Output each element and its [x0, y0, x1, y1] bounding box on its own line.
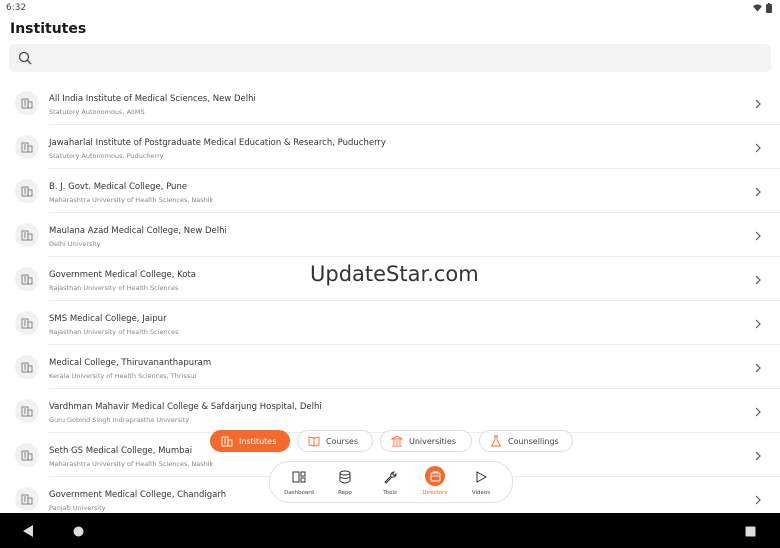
chevron-right-icon — [754, 96, 762, 114]
list-item[interactable]: Maulana Azad Medical College, New Delhi … — [0, 213, 780, 257]
building-icon — [221, 435, 233, 447]
institute-name: Maulana Azad Medical College, New Delhi — [49, 226, 227, 236]
battery-icon — [766, 3, 772, 13]
nav-repo[interactable]: Repo — [325, 468, 365, 496]
chevron-right-icon — [754, 228, 762, 246]
chevron-right-icon — [754, 272, 762, 290]
institute-building-icon — [15, 399, 39, 423]
institute-building-icon — [15, 311, 39, 335]
nav-dashboard[interactable]: Dashboard — [279, 468, 319, 496]
search-input[interactable] — [39, 48, 763, 70]
nav-label: Dashboard — [284, 490, 314, 496]
page-title: Institutes — [10, 21, 87, 37]
chevron-right-icon — [754, 316, 762, 334]
institute-building-icon — [15, 487, 39, 511]
list-item[interactable]: All India Institute of Medical Sciences,… — [0, 81, 780, 125]
institute-affiliation: Delhi University — [49, 240, 101, 248]
nav-label: Repo — [338, 490, 352, 496]
wrench-icon — [383, 471, 397, 484]
nav-tools[interactable]: Tools — [370, 468, 410, 496]
chip-courses[interactable]: Courses — [297, 430, 373, 452]
institute-affiliation: Rajasthan University of Health Sciences — [49, 328, 179, 336]
institute-affiliation: Maharashtra University of Health Science… — [49, 460, 214, 468]
status-bar: 6:32 — [0, 0, 780, 16]
book-icon — [308, 435, 320, 447]
institute-building-icon — [15, 443, 39, 467]
institute-name: Government Medical College, Kota — [49, 270, 196, 280]
institute-affiliation: Guru Gobind Singh Indraprastha Universit… — [49, 416, 190, 424]
institute-affiliation: Statutory Autonomous, AIIMS — [49, 108, 145, 116]
institute-name: All India Institute of Medical Sciences,… — [49, 94, 256, 104]
flask-icon — [490, 435, 502, 447]
watermark-text: UpdateStar.com — [310, 262, 479, 286]
institute-building-icon — [15, 267, 39, 291]
chip-label: Courses — [326, 436, 359, 446]
database-icon — [339, 470, 351, 484]
university-icon — [391, 435, 403, 447]
institute-building-icon — [15, 223, 39, 247]
nav-label: Directory — [422, 490, 448, 496]
chip-label: Universities — [409, 436, 456, 446]
institute-affiliation: Rajasthan University of Health Sciences — [49, 284, 179, 292]
chip-label: Counsellings — [508, 436, 559, 446]
wifi-icon — [753, 4, 762, 12]
search-icon — [18, 51, 32, 70]
chevron-right-icon — [754, 404, 762, 422]
institute-building-icon — [15, 91, 39, 115]
institute-name: Medical College, Thiruvananthapuram — [49, 358, 212, 368]
list-item[interactable]: Medical College, Thiruvananthapuram Kera… — [0, 345, 780, 389]
chip-label: Institutes — [239, 436, 277, 446]
institute-name: Government Medical College, Chandigarh — [49, 490, 227, 500]
institute-name: Seth GS Medical College, Mumbai — [49, 446, 193, 456]
back-icon[interactable] — [23, 524, 34, 542]
chevron-right-icon — [754, 448, 762, 466]
system-navigation-bar — [0, 513, 780, 548]
nav-label: Videos — [471, 490, 491, 496]
filter-chips: Institutes Courses Universities Counselling… — [210, 430, 573, 452]
institute-name: B. J. Govt. Medical College, Pune — [49, 182, 188, 192]
status-time: 6:32 — [6, 3, 27, 13]
chip-institutes[interactable]: Institutes — [210, 430, 290, 452]
institute-building-icon — [15, 135, 39, 159]
chevron-right-icon — [754, 140, 762, 158]
search-bar[interactable] — [9, 44, 771, 72]
chip-universities[interactable]: Universities — [380, 430, 472, 452]
nav-videos[interactable]: Videos — [461, 468, 501, 496]
bottom-navigation: Dashboard Repo Tools Directory Videos — [269, 461, 513, 503]
nav-directory[interactable]: Directory — [415, 466, 455, 496]
list-item[interactable]: Jawaharlal Institute of Postgraduate Med… — [0, 125, 780, 169]
chip-counsellings[interactable]: Counsellings — [479, 430, 573, 452]
institute-name: Vardhman Mahavir Medical College & Safda… — [49, 402, 322, 412]
dashboard-icon — [292, 471, 306, 483]
status-icons — [753, 3, 772, 13]
chevron-right-icon — [754, 184, 762, 202]
chevron-right-icon — [754, 360, 762, 378]
institute-list: All India Institute of Medical Sciences,… — [0, 81, 780, 521]
list-item[interactable]: SMS Medical College, Jaipur Rajasthan Un… — [0, 301, 780, 345]
institute-name: SMS Medical College, Jaipur — [49, 314, 167, 324]
institute-name: Jawaharlal Institute of Postgraduate Med… — [49, 138, 386, 148]
recents-icon[interactable] — [745, 524, 756, 542]
play-icon — [475, 471, 487, 483]
institute-affiliation: Kerala University of Health Sciences, Th… — [49, 372, 197, 380]
directory-icon — [425, 466, 445, 486]
nav-label: Tools — [383, 490, 397, 496]
institute-building-icon — [15, 179, 39, 203]
institute-affiliation: Statutory Autonomous, Puducherry — [49, 152, 164, 160]
list-item[interactable]: Vardhman Mahavir Medical College & Safda… — [0, 389, 780, 433]
home-icon[interactable] — [73, 524, 84, 542]
institute-affiliation: Maharashtra University of Health Science… — [49, 196, 214, 204]
list-item[interactable]: B. J. Govt. Medical College, Pune Mahara… — [0, 169, 780, 213]
institute-building-icon — [15, 355, 39, 379]
institute-affiliation: Panjab University — [49, 504, 106, 512]
chevron-right-icon — [754, 492, 762, 510]
